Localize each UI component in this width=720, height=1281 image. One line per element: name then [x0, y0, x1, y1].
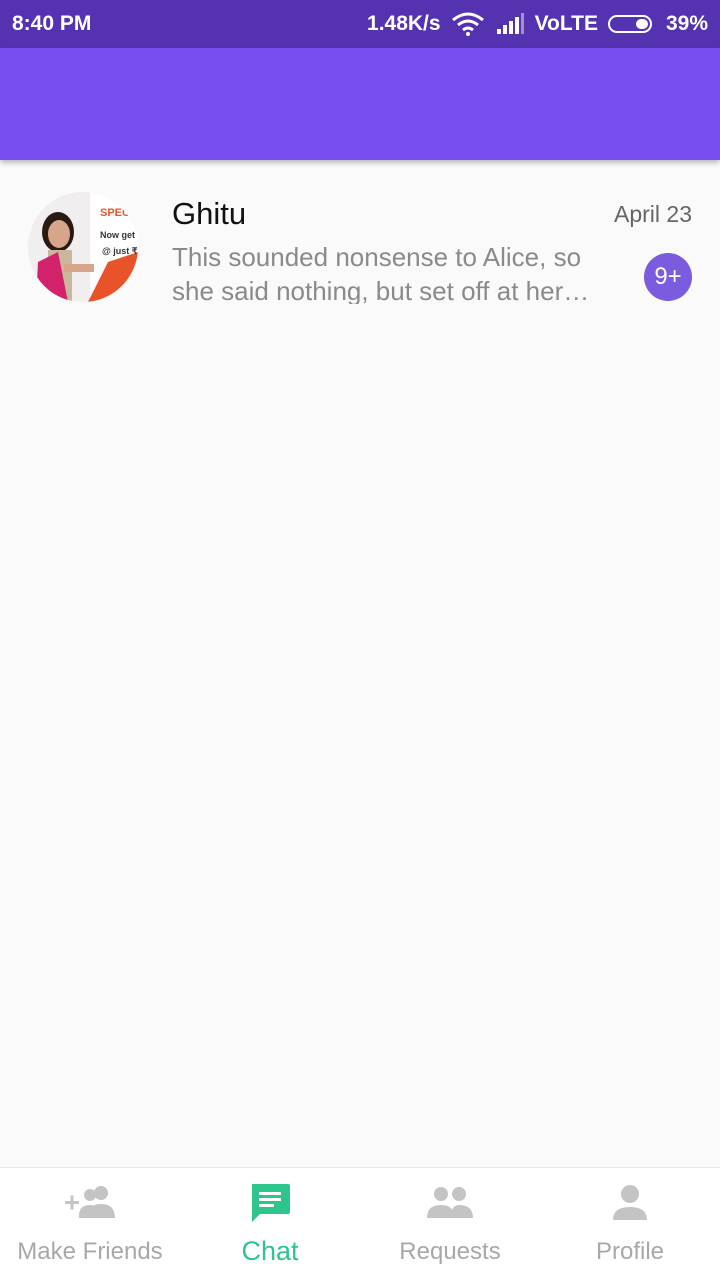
- signal-icon: [495, 13, 525, 35]
- contact-name: Ghitu: [172, 196, 247, 231]
- avatar-ad-text-2: Now get 2: [100, 230, 138, 240]
- wifi-icon: [451, 12, 485, 36]
- chat-icon: [243, 1182, 297, 1226]
- avatar-ad-text-3: @ just ₹: [102, 246, 138, 256]
- tab-label-chat: Chat: [241, 1236, 299, 1266]
- people-icon: [423, 1182, 477, 1226]
- add-friends-icon: [63, 1182, 117, 1226]
- bottom-navigation: Make Friends Chat Requests Profile: [0, 1167, 720, 1281]
- tab-profile[interactable]: Profile: [540, 1168, 720, 1281]
- tab-label-make-friends: Make Friends: [17, 1238, 163, 1265]
- unread-badge: 9+: [644, 253, 692, 301]
- status-time: 8:40 PM: [12, 12, 92, 35]
- network-speed: 1.48K/s: [367, 12, 441, 35]
- status-bar: 8:40 PM 1.48K/s VoLTE 39%: [0, 0, 720, 48]
- tab-requests[interactable]: Requests: [360, 1168, 540, 1281]
- message-preview: This sounded nonsense to Alice, so she s…: [172, 242, 590, 304]
- avatar[interactable]: SPEC Now get 2 @ just ₹: [28, 192, 138, 302]
- battery-icon: [607, 15, 652, 33]
- message-date: April 23: [614, 201, 692, 227]
- network-type: VoLTE: [534, 12, 598, 35]
- status-indicators: 1.48K/s VoLTE 39%: [367, 12, 708, 36]
- tab-chat[interactable]: Chat: [180, 1168, 360, 1281]
- tab-make-friends[interactable]: Make Friends: [0, 1168, 180, 1281]
- person-icon: [603, 1182, 657, 1226]
- tab-label-requests: Requests: [399, 1238, 501, 1265]
- battery-percent: 39%: [665, 12, 708, 35]
- tab-label-profile: Profile: [595, 1238, 665, 1265]
- app-bar: [0, 48, 720, 160]
